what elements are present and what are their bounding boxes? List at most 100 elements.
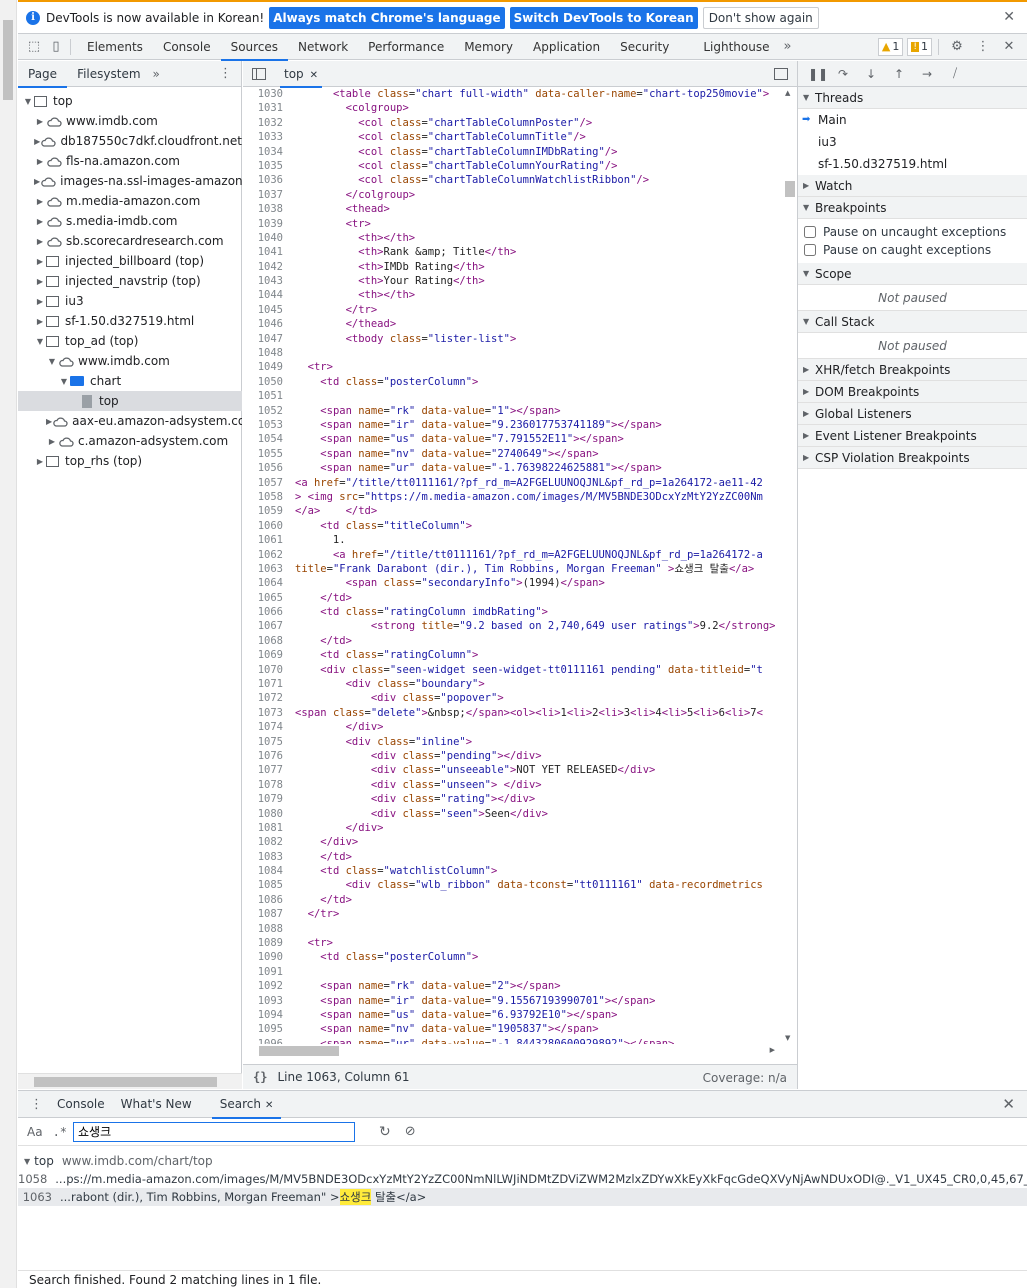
- code-line[interactable]: 1095 <span name="nv" data-value="1905837…: [243, 1022, 783, 1036]
- line-number[interactable]: 1033: [243, 130, 287, 144]
- toggle-navigator-icon[interactable]: [252, 67, 266, 80]
- csp-violation-breakpoints-section-header[interactable]: ▶ CSP Violation Breakpoints: [798, 447, 1027, 469]
- code-view[interactable]: 1030 <table class="chart full-width" dat…: [243, 87, 783, 1044]
- tab-page[interactable]: Page: [18, 61, 68, 88]
- line-number[interactable]: 1030: [243, 87, 287, 101]
- thread-item-iu3[interactable]: iu3: [798, 131, 1027, 153]
- line-number[interactable]: 1037: [243, 188, 287, 202]
- tree-item[interactable]: ▶ fls-na.amazon.com: [18, 151, 242, 171]
- scrollbar-thumb[interactable]: [34, 1077, 217, 1087]
- scroll-up-icon[interactable]: ▲: [785, 89, 790, 97]
- warnings-badge[interactable]: ▲ 1: [877, 37, 904, 56]
- tab-elements[interactable]: Elements: [77, 34, 153, 60]
- search-input[interactable]: [73, 1121, 356, 1142]
- line-number[interactable]: 1059: [243, 504, 287, 518]
- pretty-print-icon[interactable]: {}: [253, 1070, 267, 1084]
- kebab-menu-icon[interactable]: ⋮: [975, 39, 991, 55]
- collapsed-arrow-icon[interactable]: ▶: [34, 297, 46, 306]
- close-tab-icon[interactable]: ✕: [265, 1100, 273, 1111]
- code-line[interactable]: 1094 <span name="us" data-value="6.93792…: [243, 1008, 783, 1022]
- code-line[interactable]: 1043 <th>Your Rating</th>: [243, 274, 783, 288]
- tab-security[interactable]: Security: [610, 34, 679, 60]
- editor-vertical-scrollbar[interactable]: ▲ ▼: [783, 87, 797, 1044]
- code-line[interactable]: 1038 <thead>: [243, 202, 783, 216]
- line-number[interactable]: 1057: [243, 476, 287, 490]
- tree-item[interactable]: ▶ injected_billboard (top): [18, 251, 242, 271]
- tree-item[interactable]: ▶ www.imdb.com: [18, 111, 242, 131]
- scroll-down-icon[interactable]: ▼: [785, 1034, 790, 1042]
- code-line[interactable]: 1041 <th>Rank &amp; Title</th>: [243, 245, 783, 259]
- code-line[interactable]: 1084 <td class="watchlistColumn">: [243, 864, 783, 878]
- code-line[interactable]: 1074 </div>: [243, 720, 783, 734]
- line-number[interactable]: 1062: [243, 548, 287, 562]
- regex-toggle[interactable]: .*: [53, 1125, 67, 1139]
- threads-section-header[interactable]: ▼ Threads: [798, 87, 1027, 109]
- line-number[interactable]: 1047: [243, 332, 287, 346]
- code-line[interactable]: 1047 <tbody class="lister-list">: [243, 332, 783, 346]
- window-scrollbar[interactable]: [0, 0, 17, 1288]
- code-line[interactable]: 1051: [243, 389, 783, 403]
- scroll-right-icon[interactable]: ▶: [770, 1046, 775, 1054]
- code-line[interactable]: 1070 <div class="seen-widget seen-widget…: [243, 663, 783, 677]
- line-number[interactable]: 1053: [243, 418, 287, 432]
- code-line[interactable]: 1062 <a href="/title/tt0111161/?pf_rd_m=…: [243, 548, 783, 562]
- line-number[interactable]: 1067: [243, 619, 287, 633]
- code-line[interactable]: 1077 <div class="unseeable">NOT YET RELE…: [243, 763, 783, 777]
- collapsed-arrow-icon[interactable]: ▶: [46, 437, 58, 446]
- tab-lighthouse[interactable]: Lighthouse: [693, 34, 779, 60]
- tab-application[interactable]: Application: [523, 34, 610, 60]
- tree-item[interactable]: ▶ top_rhs (top): [18, 451, 242, 471]
- more-tabs-icon[interactable]: »: [780, 39, 796, 55]
- tree-item[interactable]: ▼ www.imdb.com: [18, 351, 242, 371]
- line-number[interactable]: 1091: [243, 965, 287, 979]
- kebab-menu-icon[interactable]: ⋮: [30, 1097, 43, 1112]
- inspect-element-icon[interactable]: ⬚: [26, 39, 42, 55]
- tree-item[interactable]: ▶ sf-1.50.d327519.html: [18, 311, 242, 331]
- line-number[interactable]: 1095: [243, 1022, 287, 1036]
- line-number[interactable]: 1080: [243, 807, 287, 821]
- line-number[interactable]: 1045: [243, 303, 287, 317]
- code-line[interactable]: 1056 <span name="ur" data-value="-1.7639…: [243, 461, 783, 475]
- line-number[interactable]: 1075: [243, 735, 287, 749]
- window-scrollbar-thumb[interactable]: [3, 20, 13, 100]
- line-number[interactable]: 1076: [243, 749, 287, 763]
- code-line[interactable]: 1096 <span name="ur" data-value="-1.8443…: [243, 1037, 783, 1044]
- navigator-horizontal-scrollbar[interactable]: [18, 1073, 242, 1089]
- code-line[interactable]: 1032 <col class="chartTableColumnPoster"…: [243, 116, 783, 130]
- code-line[interactable]: 1081 </div>: [243, 821, 783, 835]
- code-line[interactable]: 1091: [243, 965, 783, 979]
- code-line[interactable]: 1072 <div class="popover">: [243, 691, 783, 705]
- tab-filesystem[interactable]: Filesystem: [67, 61, 150, 87]
- line-number[interactable]: 1042: [243, 260, 287, 274]
- pause-uncaught-checkbox[interactable]: [804, 226, 816, 238]
- collapsed-arrow-icon[interactable]: ▶: [34, 157, 46, 166]
- code-line[interactable]: 1085 <div class="wlb_ribbon" data-tconst…: [243, 878, 783, 892]
- tab-performance[interactable]: Performance: [358, 34, 454, 60]
- editor-horizontal-scrollbar[interactable]: ▶: [243, 1044, 783, 1058]
- code-line[interactable]: 1092 <span name="rk" data-value="2"></sp…: [243, 979, 783, 993]
- code-line[interactable]: 1065 </td>: [243, 591, 783, 605]
- result-line[interactable]: 1058 ...ps://m.media-amazon.com/images/M/…: [18, 1170, 1027, 1188]
- code-line[interactable]: 1061 1.: [243, 533, 783, 547]
- line-number[interactable]: 1046: [243, 317, 287, 331]
- line-number[interactable]: 1031: [243, 101, 287, 115]
- line-number[interactable]: 1048: [243, 346, 287, 360]
- watch-section-header[interactable]: ▶ Watch: [798, 175, 1027, 197]
- tree-item[interactable]: ▼ top: [18, 91, 242, 111]
- line-number[interactable]: 1083: [243, 850, 287, 864]
- collapsed-arrow-icon[interactable]: ▶: [34, 317, 46, 326]
- tab-search[interactable]: Search ✕: [211, 1091, 282, 1119]
- line-number[interactable]: 1090: [243, 950, 287, 964]
- line-number[interactable]: 1072: [243, 691, 287, 705]
- code-line[interactable]: 1050 <td class="posterColumn">: [243, 375, 783, 389]
- code-line[interactable]: 1053 <span name="ir" data-value="9.23601…: [243, 418, 783, 432]
- tree-item[interactable]: ▶images-na.ssl-images-amazon.com: [18, 171, 242, 191]
- code-line[interactable]: 1036 <col class="chartTableColumnWatchli…: [243, 173, 783, 187]
- line-number[interactable]: 1096: [243, 1037, 287, 1044]
- line-number[interactable]: 1051: [243, 389, 287, 403]
- tree-item[interactable]: ▶ db187550c7dkf.cloudfront.net: [18, 131, 242, 151]
- device-toolbar-icon[interactable]: ▯: [48, 39, 64, 55]
- step-into-icon[interactable]: ↓: [864, 67, 878, 81]
- code-line[interactable]: 1073 <span class="delete">&nbsp;</span><o…: [243, 706, 783, 720]
- code-line[interactable]: 1093 <span name="ir" data-value="9.15567…: [243, 994, 783, 1008]
